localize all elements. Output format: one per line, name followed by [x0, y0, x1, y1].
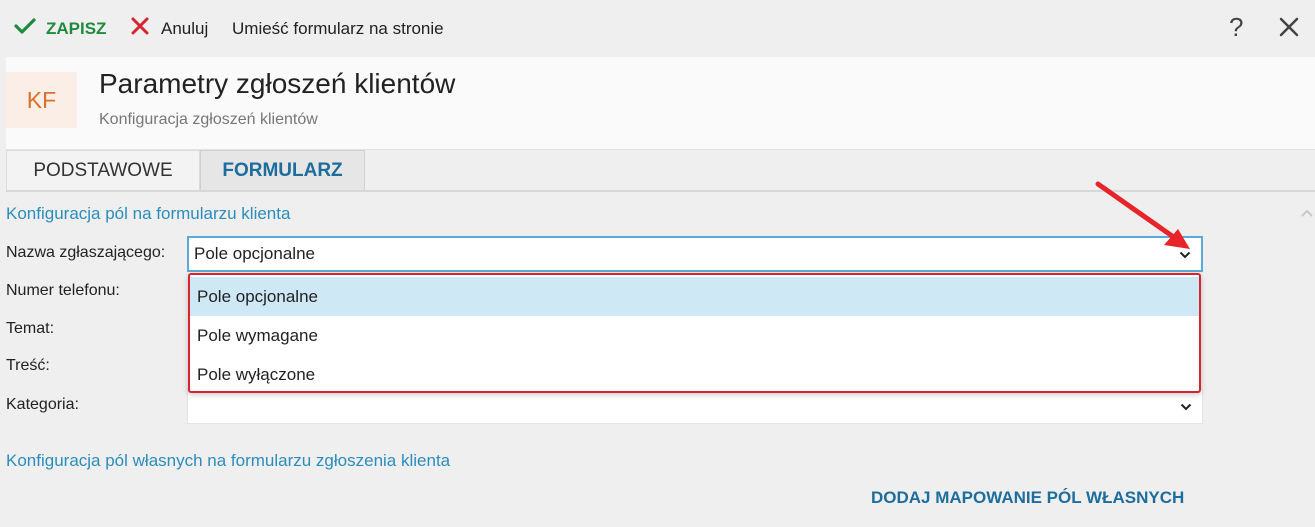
section-title-fields: Konfiguracja pól na formularzu klienta: [6, 204, 291, 223]
field-label-category: Kategoria:: [6, 396, 79, 413]
field-label-requester-name: Nazwa zgłaszającego:: [6, 244, 166, 261]
save-button[interactable]: ZAPISZ: [14, 0, 106, 57]
help-button[interactable]: ?: [1229, 12, 1243, 43]
cancel-label: Anuluj: [161, 18, 209, 38]
field-label-phone: Numer telefonu:: [6, 282, 120, 299]
help-icon: ?: [1229, 12, 1244, 42]
annotation-arrow-icon: [1090, 176, 1200, 261]
close-button[interactable]: [1278, 16, 1300, 43]
save-label: ZAPISZ: [46, 18, 107, 38]
dropdown-list: Pole opcjonalne Pole wymagane Pole wyłąc…: [188, 273, 1201, 393]
dropdown-option-required[interactable]: Pole wymagane: [190, 316, 1199, 355]
page-title: Parametry zgłoszeń klientów: [99, 68, 456, 99]
dropdown-option-disabled[interactable]: Pole wyłączone: [190, 355, 1199, 394]
place-form-button[interactable]: Umieść formularz na stronie: [232, 0, 444, 57]
cancel-button[interactable]: Anuluj: [131, 0, 208, 57]
collapse-button[interactable]: [1300, 205, 1314, 223]
field-label-content: Treść:: [6, 357, 50, 374]
select-value: Pole opcjonalne: [194, 244, 315, 263]
tab-formularz[interactable]: FORMULARZ: [200, 150, 365, 190]
close-icon: [1278, 17, 1300, 42]
requester-name-select[interactable]: Pole opcjonalne: [187, 236, 1203, 272]
x-icon: [131, 17, 149, 40]
dropdown-option-optional[interactable]: Pole opcjonalne: [190, 277, 1199, 316]
page-header: KF Parametry zgłoszeń klientów Konfigura…: [6, 57, 1315, 150]
place-form-label: Umieść formularz na stronie: [232, 18, 444, 38]
checkmark-icon: [14, 17, 36, 40]
chevron-down-icon: [1180, 396, 1192, 416]
field-label-subject: Temat:: [6, 320, 55, 337]
toolbar: ZAPISZ Anuluj Umieść formularz na stroni…: [0, 0, 1315, 57]
add-mapping-button[interactable]: DODAJ MAPOWANIE PÓL WŁASNYCH: [871, 488, 1184, 508]
chevron-up-icon: [1300, 205, 1314, 222]
section-title-custom-fields: Konfiguracja pól własnych na formularzu …: [6, 451, 451, 470]
module-badge: KF: [6, 72, 77, 128]
page-subtitle: Konfiguracja zgłoszeń klientów: [99, 111, 318, 128]
tab-podstawowe[interactable]: PODSTAWOWE: [6, 150, 200, 190]
tab-bar: PODSTAWOWE FORMULARZ: [6, 150, 365, 190]
